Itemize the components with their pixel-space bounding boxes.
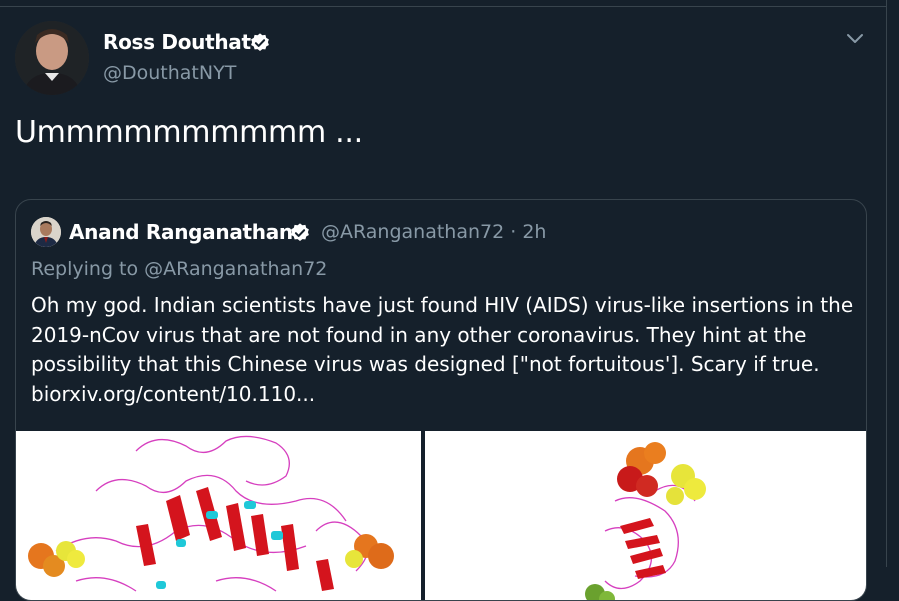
verified-badge-icon — [251, 33, 269, 51]
author-handle[interactable]: @DouthatNYT — [103, 62, 236, 84]
body-line[interactable]: biorxiv.org/content/10.110... — [31, 380, 856, 410]
chevron-down-icon[interactable] — [846, 32, 864, 46]
replying-to: Replying to @ARanganathan72 — [31, 258, 327, 280]
column-border — [886, 0, 887, 567]
author-name[interactable]: Ross Douthat — [103, 30, 251, 54]
meta-separator: · — [504, 221, 523, 243]
quoted-timestamp[interactable]: 2h — [522, 221, 546, 243]
top-divider — [0, 6, 886, 7]
replying-prefix: Replying to — [31, 258, 145, 280]
quoted-meta: @ARanganathan72 · 2h — [321, 221, 546, 243]
protein-structure-image-right[interactable] — [425, 431, 866, 601]
quoted-tweet[interactable]: Anand Ranganathan @ARanganathan72 · 2h R… — [15, 199, 867, 601]
body-line: Oh my god. Indian scientists have just f… — [31, 293, 854, 317]
author-avatar[interactable] — [15, 21, 89, 95]
quoted-media[interactable] — [16, 431, 866, 601]
body-line: possibility that this Chinese virus was … — [31, 352, 820, 376]
quoted-author-avatar[interactable] — [31, 217, 61, 247]
quoted-tweet-body: Oh my god. Indian scientists have just f… — [31, 291, 856, 409]
body-line: 2019-nCov virus that are not found in an… — [31, 322, 807, 347]
verified-badge-icon — [291, 223, 309, 241]
tweet-text: Ummmmmmmmmm ... — [15, 115, 363, 150]
quoted-author-handle[interactable]: @ARanganathan72 — [321, 221, 504, 243]
protein-structure-image-left[interactable] — [16, 431, 421, 601]
quoted-author-name[interactable]: Anand Ranganathan — [69, 220, 293, 244]
replying-handle-link[interactable]: @ARanganathan72 — [144, 258, 327, 280]
